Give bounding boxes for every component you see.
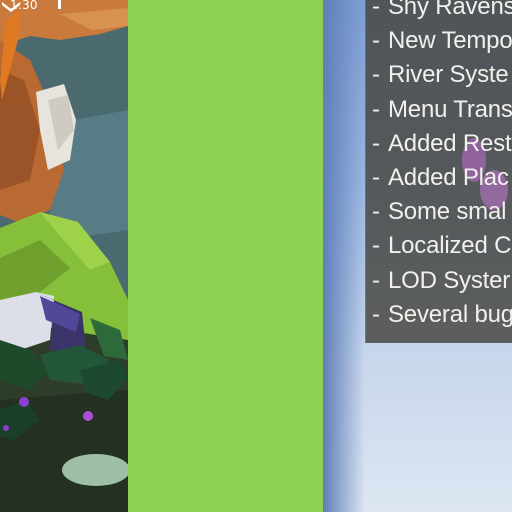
changelog-item: - Added Rest [372, 127, 512, 161]
bullet: - [372, 27, 380, 55]
changelog-list: - Shy Ravens - New Tempo - River Syste - Men… [372, 0, 512, 332]
bullet: - [372, 0, 380, 20]
status-bar: 1:30 [0, 0, 128, 14]
divider-icon [58, 0, 61, 9]
changelog-item: - Shy Ravens [372, 0, 512, 24]
changelog-text: Added Plac [388, 163, 509, 191]
flower-icon [19, 397, 29, 407]
bullet: - [372, 61, 380, 89]
changelog-item: - Menu Trans [372, 93, 512, 127]
changelog-panel[interactable]: - Shy Ravens - New Tempo - River Syste - Men… [365, 0, 512, 343]
bullet: - [372, 129, 380, 157]
changelog-text: LOD Syster [388, 266, 511, 294]
bullet: - [372, 163, 380, 191]
sky-panel: - Shy Ravens - New Tempo - River Syste - Men… [323, 0, 512, 512]
pond-icon [62, 454, 128, 486]
changelog-item: - New Tempo [372, 24, 512, 58]
bullet: - [372, 198, 380, 226]
changelog-item: - Several bug [372, 298, 512, 332]
changelog-text: Shy Ravens [388, 0, 512, 20]
shield-icon [2, 2, 20, 12]
changelog-text: Menu Trans [388, 95, 512, 123]
changelog-text: Several bug [388, 300, 512, 328]
changelog-item: - LOD Syster [372, 264, 512, 298]
bullet: - [372, 266, 380, 294]
changelog-text: Localized C [388, 232, 512, 260]
changelog-text: River Syste [388, 61, 509, 89]
bullet: - [372, 300, 380, 328]
changelog-item: - Some smal [372, 195, 512, 229]
game-scene[interactable]: 1:30 [0, 0, 128, 512]
green-panel [128, 0, 323, 512]
changelog-item: - Added Plac [372, 161, 512, 195]
changelog-text: New Tempo [388, 27, 512, 55]
bullet: - [372, 95, 380, 123]
changelog-item: - Localized C [372, 229, 512, 263]
scene-artwork [0, 0, 128, 512]
bullet: - [372, 232, 380, 260]
changelog-text: Added Rest [388, 129, 512, 157]
changelog-item: - River Syste [372, 58, 512, 92]
sky-edge-shadow [323, 0, 365, 512]
changelog-text: Some smal [388, 198, 507, 226]
